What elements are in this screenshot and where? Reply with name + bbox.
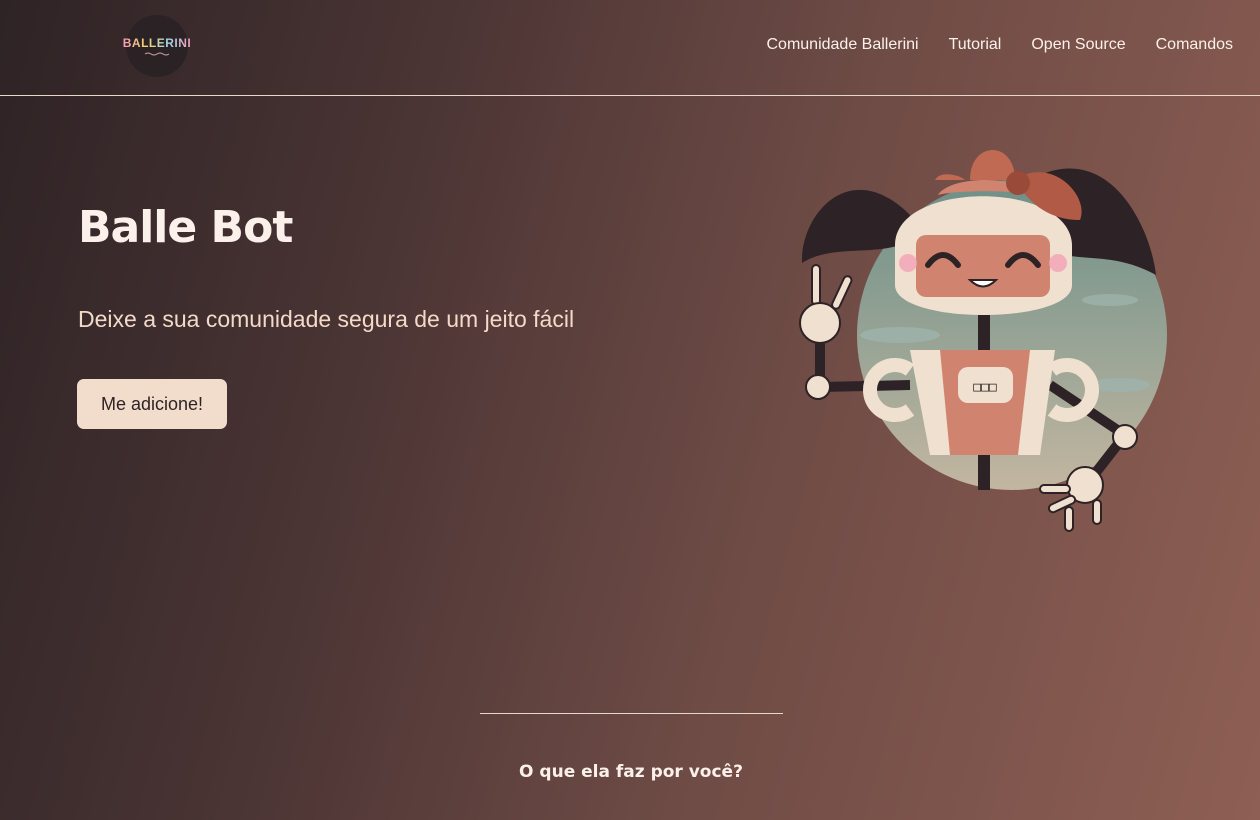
- nav-link-tutorial[interactable]: Tutorial: [949, 36, 1002, 54]
- section-divider: [480, 713, 783, 714]
- nav-link-open-source[interactable]: Open Source: [1031, 36, 1125, 54]
- nav-link-comandos[interactable]: Comandos: [1156, 36, 1233, 54]
- top-navbar: BALLERINI Comunidade Ballerini Tutorial …: [0, 0, 1260, 96]
- logo-text: BALLERINI: [122, 36, 192, 50]
- robot-mascot-illustration: □□□: [799, 150, 1167, 532]
- features-section-title: O que ela faz por você?: [519, 762, 743, 782]
- nav-link-comunidade[interactable]: Comunidade Ballerini: [766, 36, 918, 54]
- hero-title: Balle Bot: [78, 202, 293, 253]
- logo-squiggle-icon: [144, 52, 170, 56]
- hero-subtitle: Deixe a sua comunidade segura de um jeit…: [78, 306, 575, 332]
- ballerini-logo[interactable]: BALLERINI: [123, 15, 191, 77]
- main-nav: Comunidade Ballerini Tutorial Open Sourc…: [766, 36, 1233, 54]
- left-hand: [799, 264, 853, 344]
- add-bot-button[interactable]: Me adicione!: [77, 379, 227, 429]
- robot-panel-text: □□□: [973, 380, 997, 395]
